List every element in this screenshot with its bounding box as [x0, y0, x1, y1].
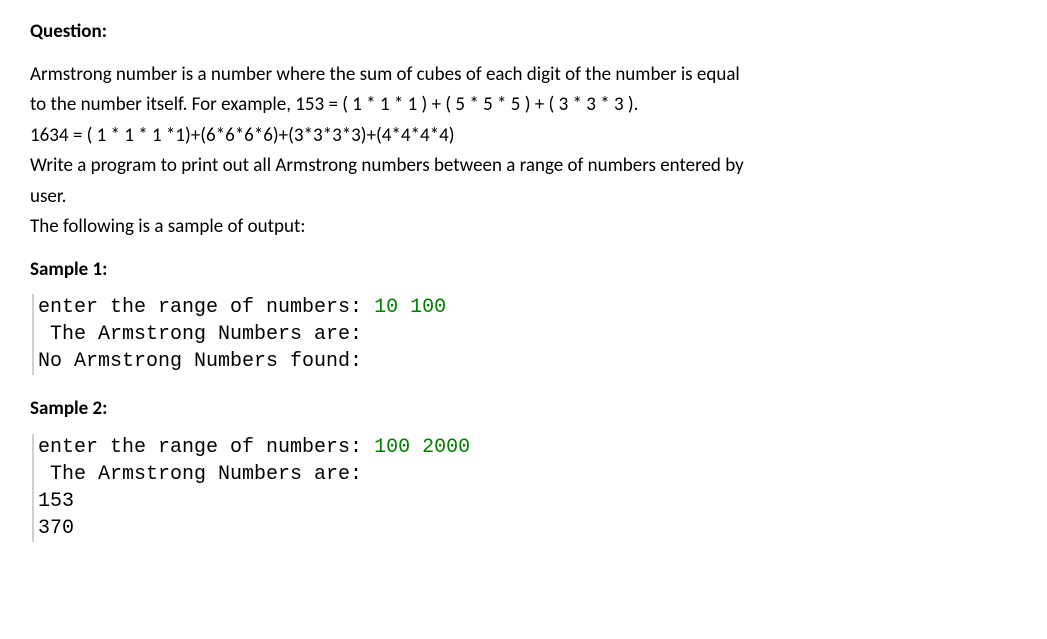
sample2-line3: 153: [38, 488, 1017, 515]
question-paragraph2-line1: Write a program to print out all Armstro…: [30, 152, 1017, 181]
sample2-heading: Sample 2:: [30, 395, 1017, 424]
sample2-input: 100 2000: [374, 436, 470, 459]
question-paragraph3: The following is a sample of output:: [30, 213, 1017, 242]
question-paragraph-line1: Armstrong number is a number where the s…: [30, 61, 1017, 90]
sample1-line2: The Armstrong Numbers are:: [38, 321, 1017, 348]
sample1-input: 10 100: [374, 296, 446, 319]
sample1-line3: No Armstrong Numbers found:: [38, 348, 1017, 375]
question-paragraph-line3: 1634 = ( 1 * 1 * 1 *1)+(6*6*6*6)+(3*3*3*…: [30, 122, 1017, 151]
sample2-output: enter the range of numbers: 100 2000 The…: [32, 434, 1017, 542]
sample2-line4: 370: [38, 515, 1017, 542]
question-paragraph2-line2: user.: [30, 183, 1017, 212]
question-heading: Question:: [30, 18, 1017, 47]
sample1-heading: Sample 1:: [30, 256, 1017, 285]
sample1-prompt: enter the range of numbers:: [38, 296, 374, 319]
sample2-line2: The Armstrong Numbers are:: [38, 461, 1017, 488]
sample2-prompt: enter the range of numbers:: [38, 436, 374, 459]
sample1-output: enter the range of numbers: 10 100 The A…: [32, 294, 1017, 375]
question-paragraph-line2: to the number itself. For example, 153 =…: [30, 91, 1017, 120]
